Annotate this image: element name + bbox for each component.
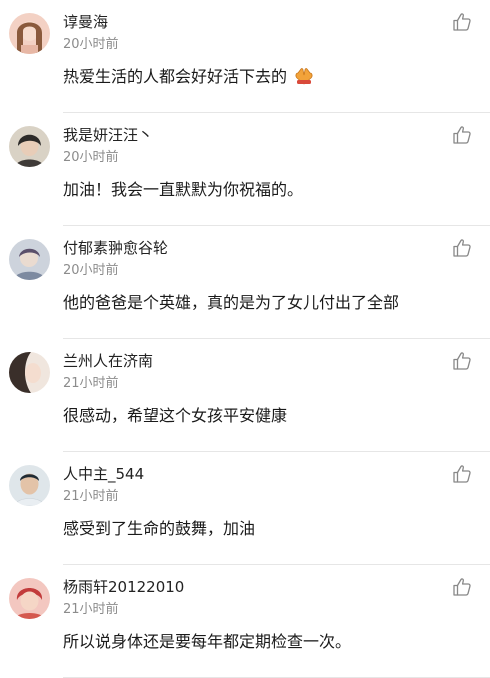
username[interactable]: 付郁素翀愈谷轮: [63, 238, 168, 258]
comment-item: 兰州人在济南 21小时前 很感动，希望这个女孩平安健康: [0, 339, 490, 452]
timestamp: 21小时前: [63, 376, 119, 391]
timestamp: 20小时前: [63, 150, 119, 165]
comment-item: 人中主_544 21小时前 感受到了生命的鼓舞，加油: [0, 452, 490, 565]
comment-text: 感受到了生命的鼓舞，加油: [63, 519, 256, 538]
like-button[interactable]: [452, 577, 472, 597]
comment-text: 加油！我会一直默默为你祝福的。: [63, 180, 304, 199]
like-button[interactable]: [452, 464, 472, 484]
avatar-icon: [9, 578, 50, 619]
comment-text-body: 热爱生活的人都会好好活下去的: [63, 67, 288, 86]
timestamp: 21小时前: [63, 489, 119, 504]
comment-item: 谆曼海 20小时前 热爱生活的人都会好好活下去的: [0, 0, 490, 113]
avatar[interactable]: [9, 352, 50, 393]
praying-hands-icon: [294, 67, 314, 91]
avatar-icon: [9, 465, 50, 506]
like-button[interactable]: [452, 351, 472, 371]
avatar-icon: [9, 239, 50, 280]
comment-item: 我是妍汪汪丶 20小时前 加油！我会一直默默为你祝福的。: [0, 113, 490, 226]
comment-list: 谆曼海 20小时前 热爱生活的人都会好好活下去的 我是妍汪汪丶 20小时前 加油…: [0, 0, 490, 678]
timestamp: 20小时前: [63, 263, 119, 278]
comment-item: 付郁素翀愈谷轮 20小时前 他的爸爸是个英雄，真的是为了女儿付出了全部: [0, 226, 490, 339]
username[interactable]: 人中主_544: [63, 464, 144, 484]
username[interactable]: 谆曼海: [63, 12, 108, 32]
avatar-icon: [9, 126, 50, 167]
comment-item: 杨雨轩20122010 21小时前 所以说身体还是要每年都定期检查一次。: [0, 565, 490, 678]
avatar-icon: [9, 13, 50, 54]
like-button[interactable]: [452, 238, 472, 258]
avatar[interactable]: [9, 578, 50, 619]
thumbs-up-icon: [453, 126, 471, 144]
like-button[interactable]: [452, 12, 472, 32]
username[interactable]: 兰州人在济南: [63, 351, 153, 371]
comment-text: 所以说身体还是要每年都定期检查一次。: [63, 632, 352, 651]
username[interactable]: 我是妍汪汪丶: [63, 125, 153, 145]
comment-text: 很感动，希望这个女孩平安健康: [63, 406, 288, 425]
avatar[interactable]: [9, 239, 50, 280]
comment-text: 他的爸爸是个英雄，真的是为了女儿付出了全部: [63, 293, 400, 312]
username[interactable]: 杨雨轩20122010: [63, 577, 184, 597]
comment-text: 热爱生活的人都会好好活下去的: [63, 66, 314, 91]
avatar[interactable]: [9, 126, 50, 167]
thumbs-up-icon: [453, 578, 471, 596]
thumbs-up-icon: [453, 239, 471, 257]
avatar[interactable]: [9, 465, 50, 506]
like-button[interactable]: [452, 125, 472, 145]
avatar[interactable]: [9, 13, 50, 54]
timestamp: 21小时前: [63, 602, 119, 617]
timestamp: 20小时前: [63, 37, 119, 52]
avatar-icon: [9, 352, 50, 393]
thumbs-up-icon: [453, 352, 471, 370]
thumbs-up-icon: [453, 13, 471, 31]
thumbs-up-icon: [453, 465, 471, 483]
